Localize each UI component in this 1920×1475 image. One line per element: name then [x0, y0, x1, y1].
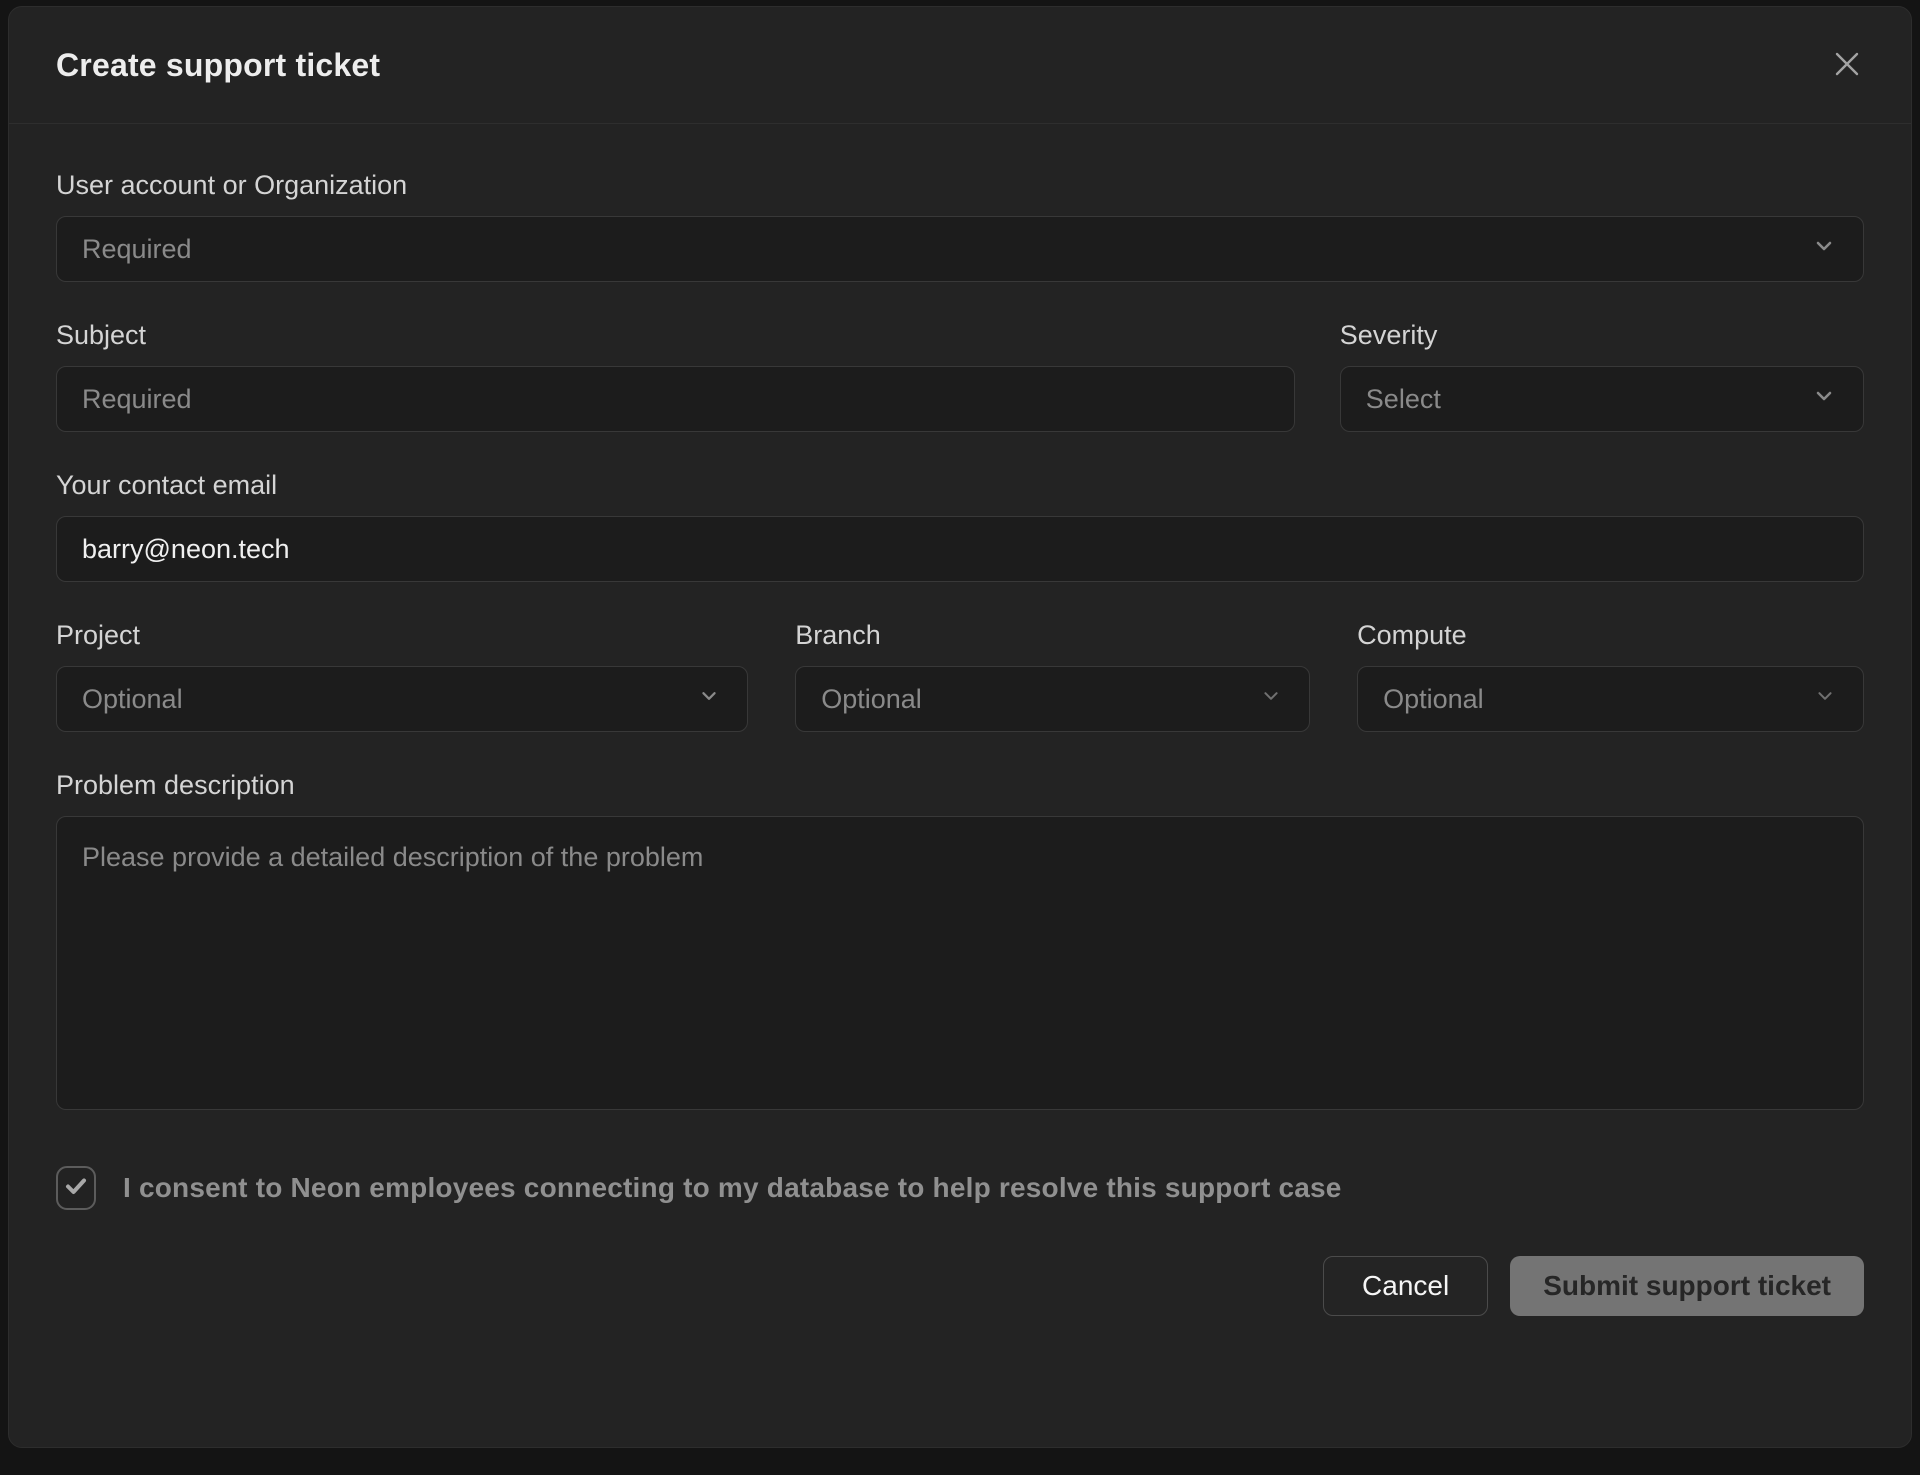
subject-label: Subject — [56, 320, 1295, 351]
subject-input[interactable] — [56, 366, 1295, 432]
branch-select-placeholder: Optional — [821, 684, 922, 715]
chevron-down-icon — [696, 683, 722, 716]
description-textarea[interactable] — [56, 816, 1864, 1110]
project-label: Project — [56, 620, 748, 651]
description-field-group: Problem description — [56, 770, 1864, 1110]
branch-select[interactable]: Optional — [795, 666, 1310, 732]
compute-label: Compute — [1357, 620, 1864, 651]
create-support-ticket-dialog: Create support ticket User account or Or… — [8, 6, 1912, 1448]
branch-label: Branch — [795, 620, 1310, 651]
chevron-down-icon — [1810, 232, 1838, 267]
consent-row: I consent to Neon employees connecting t… — [56, 1166, 1864, 1210]
close-button[interactable] — [1825, 43, 1869, 87]
account-label: User account or Organization — [56, 170, 1864, 201]
subject-severity-row: Subject Severity Select — [56, 320, 1864, 432]
project-field-group: Project Optional — [56, 620, 748, 732]
consent-label: I consent to Neon employees connecting t… — [123, 1172, 1342, 1204]
description-label: Problem description — [56, 770, 1864, 801]
account-select[interactable]: Required — [56, 216, 1864, 282]
severity-label: Severity — [1340, 320, 1864, 351]
email-field-group: Your contact email — [56, 470, 1864, 582]
subject-field-group: Subject — [56, 320, 1295, 432]
project-select[interactable]: Optional — [56, 666, 748, 732]
chevron-down-icon — [1812, 683, 1838, 716]
compute-select-placeholder: Optional — [1383, 684, 1484, 715]
dialog-body: User account or Organization Required Su… — [9, 124, 1911, 1447]
dialog-actions: Cancel Submit support ticket — [56, 1256, 1864, 1316]
email-input[interactable] — [56, 516, 1864, 582]
close-icon — [1830, 47, 1864, 84]
project-branch-compute-row: Project Optional Branch Optional — [56, 620, 1864, 732]
severity-select[interactable]: Select — [1340, 366, 1864, 432]
severity-field-group: Severity Select — [1340, 320, 1864, 432]
dialog-header: Create support ticket — [9, 7, 1911, 124]
account-field-group: User account or Organization Required — [56, 170, 1864, 282]
compute-field-group: Compute Optional — [1357, 620, 1864, 732]
dialog-title: Create support ticket — [56, 47, 380, 84]
checkmark-icon — [62, 1172, 90, 1205]
chevron-down-icon — [1258, 683, 1284, 716]
email-label: Your contact email — [56, 470, 1864, 501]
submit-support-ticket-button[interactable]: Submit support ticket — [1510, 1256, 1864, 1316]
cancel-button[interactable]: Cancel — [1323, 1256, 1488, 1316]
severity-select-placeholder: Select — [1366, 384, 1441, 415]
project-select-placeholder: Optional — [82, 684, 183, 715]
chevron-down-icon — [1810, 382, 1838, 417]
branch-field-group: Branch Optional — [795, 620, 1310, 732]
compute-select[interactable]: Optional — [1357, 666, 1864, 732]
account-select-placeholder: Required — [82, 234, 192, 265]
consent-checkbox[interactable] — [56, 1166, 96, 1210]
